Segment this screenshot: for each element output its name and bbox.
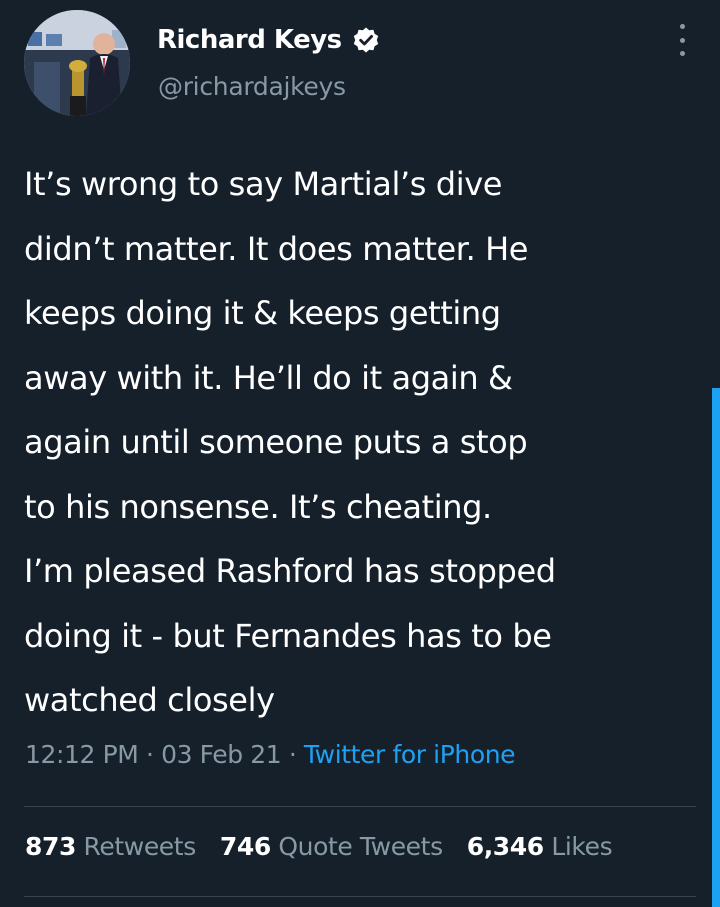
tweet-text-line: doing it - but Fernandes has to be <box>24 616 552 655</box>
tweet-text-line: I’m pleased Rashford has stopped <box>24 552 556 590</box>
likes-label: Likes <box>551 832 613 861</box>
tweet-text-line: to his nonsense. It’s cheating. <box>24 487 492 526</box>
more-dot <box>679 24 685 29</box>
retweets-label: Retweets <box>83 832 197 861</box>
tweet-date[interactable]: 03 Feb 21 <box>161 740 282 769</box>
tweet-detail: Richard Keys @richardajkeys It’s wrong t… <box>0 0 720 907</box>
likes-stat[interactable]: 6,346 Likes <box>467 832 613 861</box>
tweet-text-line: away with it. He’ll do it again & <box>24 358 513 397</box>
quote-tweets-label: Quote Tweets <box>278 832 443 861</box>
author-name-row: Richard Keys <box>157 20 380 60</box>
retweets-stat[interactable]: 873 Retweets <box>25 832 196 861</box>
tweet-text-line: keeps doing it & keeps getting <box>24 294 501 332</box>
meta-separator: · <box>146 740 154 769</box>
tweet-text-line: again until someone puts a stop <box>24 423 528 461</box>
likes-count: 6,346 <box>466 832 544 861</box>
more-vertical-icon[interactable] <box>672 24 692 56</box>
scrollbar[interactable] <box>712 388 720 907</box>
more-dot <box>679 37 685 43</box>
tweet-text-line: watched closely <box>24 681 275 719</box>
tweet-stats: 873 Retweets 746 Quote Tweets 6,346 Like… <box>25 832 636 861</box>
tweet-source-link[interactable]: Twitter for iPhone <box>304 740 516 769</box>
more-dot <box>679 51 685 56</box>
meta-separator: · <box>288 740 297 769</box>
tweet-meta: 12:12 PM · 03 Feb 21 · Twitter for iPhon… <box>25 740 516 769</box>
tweet-time[interactable]: 12:12 PM <box>25 740 139 769</box>
divider <box>24 896 696 897</box>
quote-tweets-count: 746 <box>219 832 271 861</box>
retweets-count: 873 <box>25 832 76 861</box>
author-handle[interactable]: @richardajkeys <box>158 72 346 101</box>
avatar[interactable] <box>24 10 130 116</box>
tweet-text: It’s wrong to say Martial’s dive didn’t … <box>24 152 696 733</box>
tweet-text-line: It’s wrong to say Martial’s dive <box>24 165 503 203</box>
author-name[interactable]: Richard Keys <box>157 25 342 55</box>
quote-tweets-stat[interactable]: 746 Quote Tweets <box>220 832 443 861</box>
avatar-photo <box>24 10 130 116</box>
tweet-text-line: didn’t matter. It does matter. He <box>24 229 529 268</box>
divider <box>24 806 696 807</box>
verified-badge-icon <box>353 27 378 53</box>
